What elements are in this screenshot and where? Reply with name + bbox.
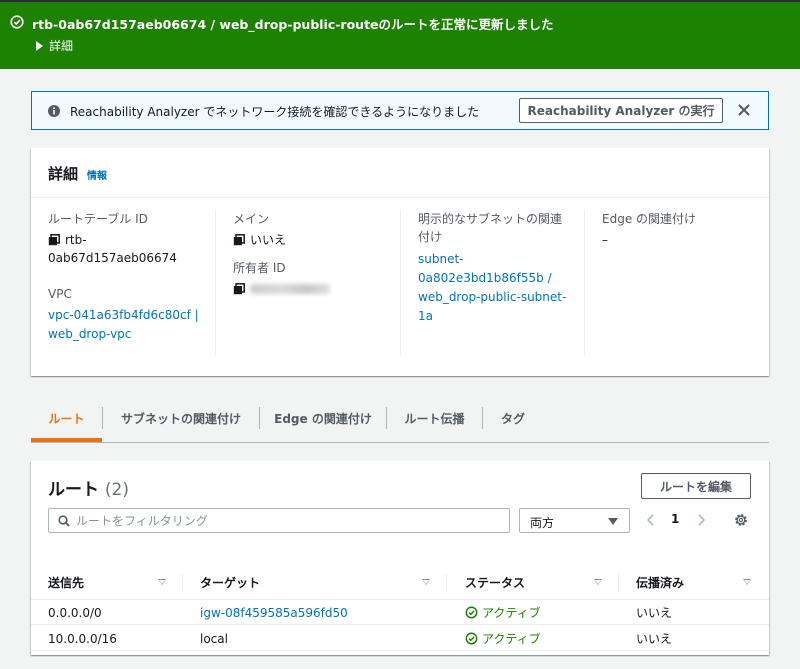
- sort-caret-icon[interactable]: [594, 579, 602, 585]
- details-column-4: Edge の関連付け –: [602, 210, 752, 360]
- column-header-status[interactable]: ステータス: [465, 564, 525, 600]
- caret-down-icon: [608, 518, 618, 525]
- routes-table-header: 送信先 ターゲット ステータス 伝播済み: [31, 564, 769, 600]
- destination-cell: 0.0.0.0/0: [48, 605, 102, 620]
- column-separator: [446, 574, 447, 590]
- status-ok-icon: [465, 632, 478, 645]
- success-flash-banner: rtb-0ab67d157aeb06674 / web_drop-public-…: [0, 0, 800, 69]
- destination-cell: 10.0.0.0/16: [48, 631, 117, 646]
- details-title: 詳細: [48, 165, 79, 183]
- info-banner-message: Reachability Analyzer でネットワーク接続を確認できるように…: [70, 105, 480, 119]
- select-value: 両方: [530, 516, 555, 530]
- close-icon[interactable]: [735, 101, 753, 119]
- subnet-association-label: 明示的なサブネットの関連 付け: [418, 212, 563, 244]
- tab-bar: ルート サブネットの関連付け Edge の関連付け ルート伝播 タグ: [31, 395, 769, 443]
- search-icon: [58, 515, 70, 527]
- vpc-link[interactable]: vpc-041a63fb4fd6c80cf | web_drop-vpc: [48, 306, 213, 344]
- info-icon: [48, 105, 60, 117]
- propagated-cell: いいえ: [636, 606, 673, 620]
- edge-association-value: –: [602, 233, 608, 247]
- status-ok-icon: [465, 606, 478, 619]
- column-header-propagated[interactable]: 伝播済み: [636, 564, 684, 600]
- check-circle-icon: [10, 15, 24, 29]
- route-filter-input[interactable]: [76, 512, 496, 530]
- propagation-filter-select[interactable]: 両方: [519, 508, 630, 533]
- column-header-destination[interactable]: 送信先: [48, 564, 84, 600]
- target-cell: local: [200, 631, 228, 646]
- table-row: 0.0.0.0/0 igw-08f459585a596fd50 アクティブ いい…: [31, 600, 769, 625]
- column-divider: [584, 210, 585, 356]
- target-link[interactable]: igw-08f459585a596fd50: [200, 600, 348, 625]
- status-cell: アクティブ: [465, 626, 541, 651]
- tab-route-propagation[interactable]: ルート伝播: [387, 395, 482, 442]
- details-column-3: 明示的なサブネットの関連 付け subnet- 0a802e3bd1b86f55…: [418, 210, 583, 360]
- current-page[interactable]: 1: [671, 512, 679, 526]
- tab-subnet-associations[interactable]: サブネットの関連付け: [103, 395, 259, 442]
- main-label: メイン: [233, 212, 270, 226]
- route-table-id-value-cont: 0ab67d157aeb06674: [48, 251, 177, 265]
- chevron-right-icon[interactable]: [695, 513, 707, 527]
- details-info-link[interactable]: 情報: [87, 167, 107, 182]
- routes-title: ルート (2): [48, 480, 130, 500]
- flash-details-toggle[interactable]: 詳細: [36, 37, 73, 54]
- chevron-left-icon[interactable]: [645, 513, 657, 527]
- details-column-2: メイン いいえ 所有者 ID: [233, 210, 398, 360]
- details-panel: 詳細 情報 ルートテーブル ID rtb- 0ab67d157aeb06674 …: [31, 148, 769, 376]
- copy-icon[interactable]: [48, 234, 60, 246]
- gear-icon[interactable]: [733, 512, 749, 528]
- active-tab-indicator: [31, 438, 102, 442]
- propagated-cell: いいえ: [636, 632, 673, 646]
- route-filter-box[interactable]: [48, 508, 510, 533]
- sort-caret-icon[interactable]: [743, 579, 751, 585]
- table-row: 10.0.0.0/16 local アクティブ いいえ: [31, 626, 769, 651]
- route-table-id-label: ルートテーブル ID: [48, 212, 148, 226]
- vpc-label: VPC: [48, 287, 72, 301]
- owner-id-label: 所有者 ID: [233, 261, 286, 275]
- tab-edge-associations[interactable]: Edge の関連付け: [260, 395, 386, 442]
- column-divider: [400, 210, 401, 356]
- flash-message: rtb-0ab67d157aeb06674 / web_drop-public-…: [32, 17, 554, 32]
- sort-caret-icon[interactable]: [422, 579, 430, 585]
- column-separator: [182, 574, 183, 590]
- copy-icon[interactable]: [233, 283, 245, 295]
- redacted-owner-id: [250, 284, 330, 294]
- column-separator: [618, 574, 619, 590]
- owner-id-value: [233, 280, 398, 295]
- main-value: いいえ: [233, 231, 398, 249]
- edit-routes-button[interactable]: ルートを編集: [641, 473, 751, 499]
- routes-count: (2): [104, 480, 130, 500]
- column-header-target[interactable]: ターゲット: [200, 564, 260, 600]
- column-divider: [215, 210, 216, 356]
- run-reachability-analyzer-button[interactable]: Reachability Analyzer の実行: [519, 98, 723, 123]
- tab-tags[interactable]: タグ: [483, 395, 543, 442]
- details-header: 詳細 情報: [31, 148, 769, 198]
- edge-association-label: Edge の関連付け: [602, 212, 697, 226]
- reachability-info-banner: Reachability Analyzer でネットワーク接続を確認できるように…: [31, 91, 769, 130]
- details-column-1: ルートテーブル ID rtb- 0ab67d157aeb06674 VPC vp…: [48, 210, 213, 360]
- caret-right-icon: [36, 40, 43, 51]
- copy-icon[interactable]: [233, 234, 245, 246]
- status-cell: アクティブ: [465, 600, 541, 625]
- route-table-id-value: rtb-: [48, 231, 213, 249]
- sort-caret-icon[interactable]: [158, 579, 166, 585]
- tab-routes[interactable]: ルート: [31, 395, 102, 442]
- routes-panel: ルート (2) ルートを編集 両方 1 送信先 ターゲット ステータス 伝播済み: [31, 461, 769, 655]
- subnet-link[interactable]: subnet- 0a802e3bd1b86f55b / web_drop-pub…: [418, 250, 583, 326]
- flash-details-label: 詳細: [49, 39, 74, 53]
